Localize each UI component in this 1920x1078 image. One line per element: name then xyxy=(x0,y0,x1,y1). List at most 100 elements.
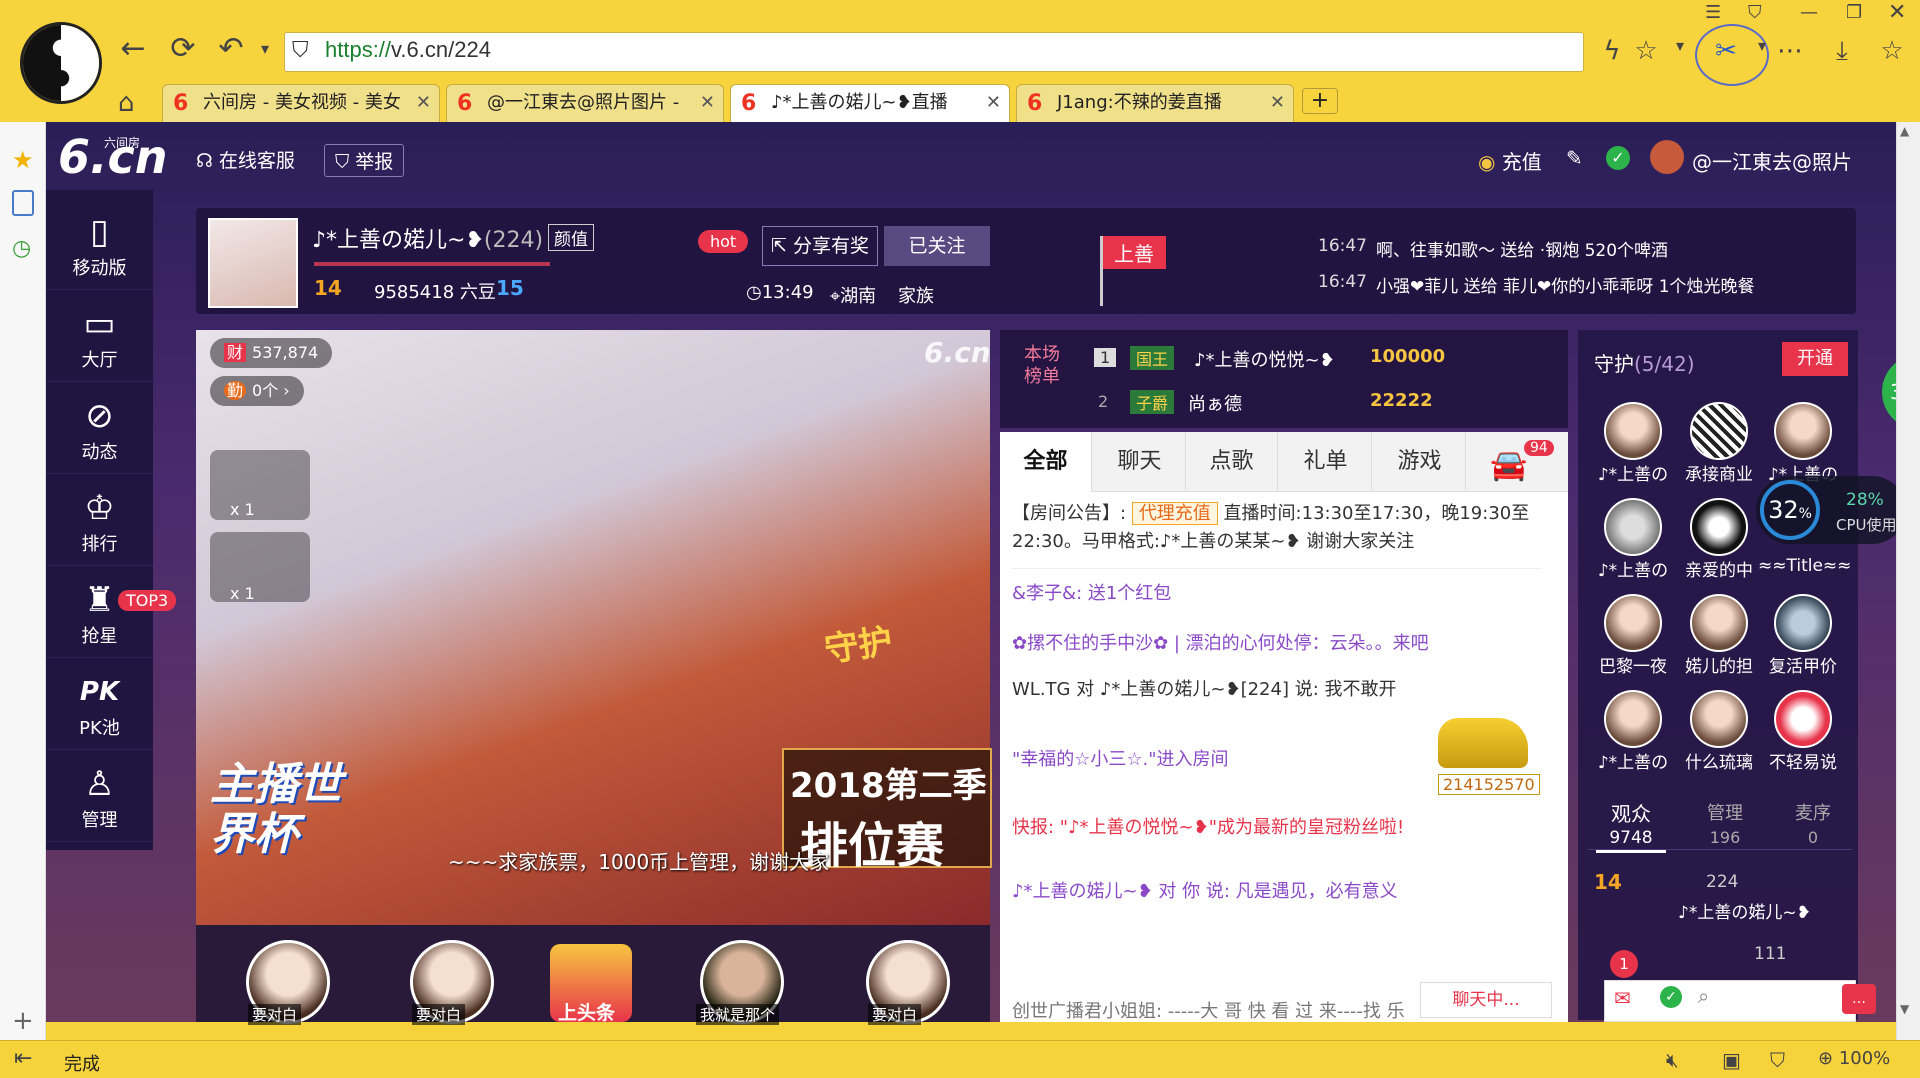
scissors-icon[interactable]: ✂ xyxy=(1710,36,1742,66)
search-icon[interactable]: ⌕ xyxy=(1698,984,1709,1008)
guard-avatar-1[interactable] xyxy=(1604,402,1662,460)
home-icon[interactable]: ⌂ xyxy=(118,88,135,118)
scroll-down-icon[interactable]: ▼ xyxy=(1900,1002,1909,1016)
nav-hall[interactable]: ▭ 大厅 xyxy=(46,292,153,382)
lightning-icon[interactable]: ϟ xyxy=(1596,36,1628,66)
tab-4[interactable]: 6 J1ang:不辣的姜直播 ✕ xyxy=(1016,84,1294,122)
live-time: ◷13:49 xyxy=(746,282,814,303)
guard-avatar-11[interactable] xyxy=(1690,690,1748,748)
user-avatar[interactable] xyxy=(1650,140,1684,174)
tab-games[interactable]: 游戏 xyxy=(1374,432,1466,492)
shield-status-icon[interactable]: ⛉ xyxy=(1770,1048,1785,1072)
nav-pk[interactable]: PK PK池 xyxy=(46,660,153,750)
tablet-icon[interactable] xyxy=(12,190,34,216)
restore-icon[interactable]: ❐ xyxy=(1846,2,1862,23)
guard-avatar-5[interactable] xyxy=(1690,498,1748,556)
favorites-icon[interactable]: ☆ xyxy=(1876,36,1908,66)
message-icon[interactable]: … xyxy=(1842,984,1876,1014)
tab-1[interactable]: 6 六间房 - 美女视频 - 美女 ✕ xyxy=(162,84,440,122)
chevron-down-icon[interactable]: ▾ xyxy=(1664,36,1696,55)
anchor-avatar[interactable] xyxy=(208,218,298,308)
viewer2-room: 111 xyxy=(1754,944,1787,964)
sidebar-toggle-icon[interactable]: ⇤ xyxy=(14,1046,32,1071)
divider xyxy=(1012,568,1542,569)
browser-logo[interactable] xyxy=(20,22,102,104)
tab-3[interactable]: 6 ♪*上善の婼儿~❥直播 ✕ xyxy=(730,84,1010,122)
mute-icon[interactable]: 🔇︎ xyxy=(1666,1048,1679,1072)
new-tab-button[interactable]: + xyxy=(1302,88,1338,114)
edit-icon[interactable]: ✎ xyxy=(1566,146,1583,170)
star-icon[interactable]: ☆ xyxy=(1630,36,1662,66)
rank-name-2[interactable]: 尚ぁ德 xyxy=(1188,390,1242,416)
skin-icon[interactable]: ⛉ xyxy=(1748,2,1762,23)
agent-recharge-button[interactable]: 代理充值 xyxy=(1131,502,1218,525)
nav-admin[interactable]: ♙ 管理 xyxy=(46,752,153,842)
viewer-name[interactable]: ♪*上善の婼儿~❥ xyxy=(1678,898,1811,923)
screenshot-icon[interactable]: ▣ xyxy=(1722,1048,1741,1072)
ranking-title[interactable]: 本场榜单 xyxy=(1022,344,1062,388)
clock-icon[interactable]: ◷ xyxy=(12,236,31,261)
add-icon[interactable]: + xyxy=(12,1006,34,1036)
open-guard-button[interactable]: 开通 xyxy=(1782,342,1848,376)
rank-score-1: 100000 xyxy=(1370,346,1446,367)
guard-avatar-9[interactable] xyxy=(1774,594,1832,652)
undo-icon[interactable]: ↶ xyxy=(214,32,248,66)
chatting-button[interactable]: 聊天中... xyxy=(1420,982,1552,1018)
room-notice: 【房间公告】: 代理充值 直播时间:13:30至17:30，晚19:30至22:… xyxy=(1012,502,1530,552)
nav-mobile[interactable]: ▯ 移动版 xyxy=(46,200,153,290)
favorites-star-icon[interactable]: ★ xyxy=(12,146,34,174)
nav-star[interactable]: ♜ 抢星 xyxy=(46,568,153,658)
guard-avatar-4[interactable] xyxy=(1604,498,1662,556)
guard-avatar-7[interactable] xyxy=(1604,594,1662,652)
url-text[interactable]: https://v.6.cn/224 xyxy=(325,37,491,63)
username[interactable]: @一江東去@照片 xyxy=(1692,146,1852,175)
menu-icon[interactable]: ☰ xyxy=(1705,2,1721,23)
chevron-down-icon[interactable]: ▾ xyxy=(248,32,282,66)
guard-slot-1[interactable] xyxy=(210,450,310,520)
share-button[interactable]: ⇱ 分享有奖 xyxy=(762,226,878,266)
shield-icon: ⛉ xyxy=(292,38,309,63)
online-icon[interactable]: ✓ xyxy=(1660,986,1682,1008)
tab-all[interactable]: 全部 xyxy=(1000,432,1092,492)
chat-msg-4: "幸福的☆小三☆."进入房间 xyxy=(1012,749,1229,770)
download-icon[interactable]: ⤓ xyxy=(1826,36,1858,67)
tab-chat[interactable]: 聊天 xyxy=(1094,432,1186,492)
tab-mic-queue[interactable]: 麦序 0 xyxy=(1778,802,1848,850)
report-button[interactable]: ⛉ 举报 xyxy=(324,144,405,177)
tab-audience[interactable]: 观众 9748 xyxy=(1596,802,1666,853)
diligence-counter[interactable]: 勤 0个 › xyxy=(210,376,304,406)
car-id: 214152570 xyxy=(1438,774,1540,795)
refresh-icon[interactable]: ⟳ xyxy=(166,32,200,66)
guard-avatar-12[interactable] xyxy=(1774,690,1832,748)
zoom-control[interactable]: ⊕ 100% xyxy=(1818,1048,1890,1069)
worldcup-banner[interactable]: 主播世界杯 xyxy=(210,760,360,860)
tab-managers[interactable]: 管理 196 xyxy=(1690,802,1760,850)
mail-icon[interactable]: ✉ xyxy=(1614,986,1631,1010)
shield-icon: ⛉ xyxy=(335,151,356,173)
nav-dynamic[interactable]: ⊘ 动态 xyxy=(46,384,153,474)
guard-avatar-2[interactable] xyxy=(1690,402,1748,460)
close-icon[interactable]: ✕ xyxy=(1888,0,1906,25)
more-icon[interactable]: ⋯ xyxy=(1774,36,1806,66)
tab-gifts[interactable]: 礼单 xyxy=(1280,432,1372,492)
flag-pole xyxy=(1100,236,1103,306)
tab-2[interactable]: 6 @一江東去@照片图片 - ✕ xyxy=(446,84,724,122)
crown-icon: ♔ xyxy=(84,488,115,528)
guard-avatar-8[interactable] xyxy=(1690,594,1748,652)
minimize-icon[interactable]: — xyxy=(1800,2,1818,23)
page-scrollbar[interactable] xyxy=(1896,122,1920,1040)
guard-slot-2[interactable] xyxy=(210,532,310,602)
gift-feed-time-2: 16:47 xyxy=(1318,272,1367,292)
follow-button[interactable]: 已关注 xyxy=(884,226,990,266)
tab-song[interactable]: 点歌 xyxy=(1186,432,1278,492)
nav-rank[interactable]: ♔ 排行 xyxy=(46,476,153,566)
guard-avatar-3[interactable] xyxy=(1774,402,1832,460)
rank-name-1[interactable]: ♪*上善の悦悦~❥ xyxy=(1194,346,1335,372)
recharge-link[interactable]: ◉ 充值 xyxy=(1478,146,1542,175)
guard-avatar-10[interactable] xyxy=(1604,690,1662,748)
cpu-label: CPU使用 xyxy=(1836,516,1897,534)
scroll-up-icon[interactable]: ▲ xyxy=(1900,124,1909,138)
back-icon[interactable]: ← xyxy=(116,32,150,66)
car-icon[interactable]: 🚘 xyxy=(1490,448,1527,483)
service-link[interactable]: ☊ 在线客服 xyxy=(196,146,295,173)
